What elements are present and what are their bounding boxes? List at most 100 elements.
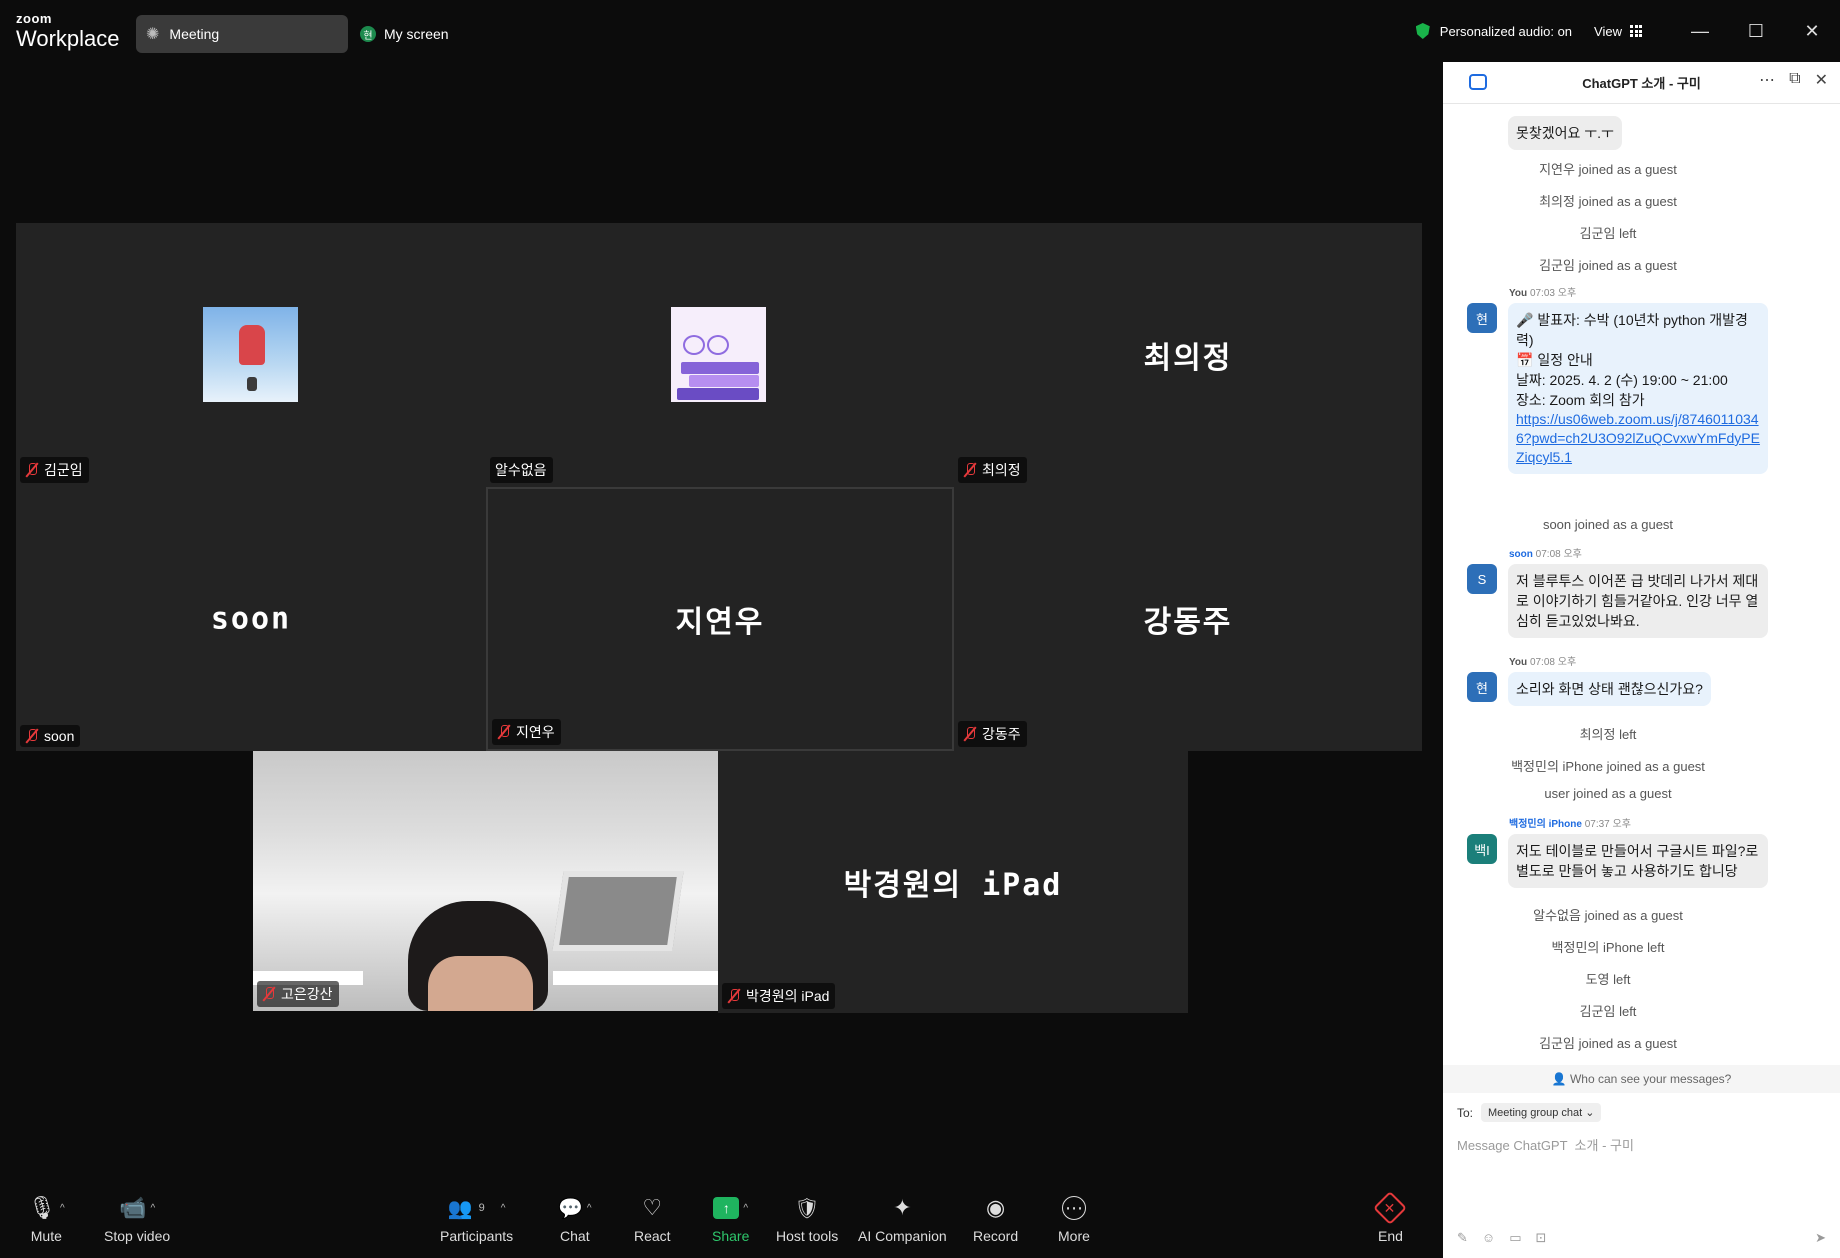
pop-out-icon[interactable]: ⧉: [1789, 70, 1800, 90]
participant-display-name: 지연우: [675, 605, 765, 640]
participants-count: 9: [478, 1202, 485, 1214]
video-tile-active-speaker[interactable]: 지연우 지연우: [486, 487, 954, 751]
participant-name: 박경원의 iPad: [746, 988, 830, 1004]
heart-icon: ♡: [642, 1195, 663, 1220]
title-bar: zoom Workplace ✺ Meeting 현 My screen Per…: [0, 0, 1840, 62]
minimize-button[interactable]: —: [1672, 0, 1728, 62]
chat-bubble: 🎤 발표자: 수박 (10년차 python 개발경력) 📅 일정 안내 날짜:…: [1508, 303, 1768, 474]
chevron-up-icon[interactable]: ^: [743, 1203, 748, 1214]
mic-muted-icon: [963, 462, 977, 478]
system-message: soon joined as a guest: [1542, 517, 1674, 532]
end-meeting-icon: ✕: [1373, 1191, 1408, 1225]
message-time: 07:08 오후: [1535, 549, 1582, 560]
participants-button[interactable]: 👥 9 ^ Participants: [440, 1194, 513, 1245]
sparkle-icon: ✦: [893, 1195, 912, 1220]
meeting-link[interactable]: https://us06web.zoom.us/j/87460110346?pw…: [1516, 410, 1760, 467]
chevron-up-icon[interactable]: ^: [587, 1203, 592, 1214]
avatar: 현: [1467, 672, 1497, 702]
system-message: 최의정 left: [1579, 727, 1637, 742]
chevron-up-icon[interactable]: ^: [150, 1203, 155, 1214]
to-label: To:: [1457, 1105, 1474, 1120]
share-button[interactable]: ↑ ^ Share: [712, 1194, 749, 1244]
shield-icon: [1415, 23, 1430, 39]
chat-messages: 못찾겠어요 ㅜ.ㅜ 지연우 joined as a guest 최의정 join…: [1443, 104, 1840, 1064]
host-tools-button[interactable]: 🛡 Host tools: [776, 1194, 838, 1245]
chat-icon: 💬: [558, 1197, 583, 1220]
record-button[interactable]: ◉ Record: [973, 1194, 1018, 1244]
end-button[interactable]: ✕ End: [1373, 1191, 1408, 1244]
participant-name-tag: 지연우: [492, 719, 561, 745]
mute-button[interactable]: 🎙 ^ Mute: [28, 1194, 65, 1244]
ai-companion-button[interactable]: ✦ AI Companion: [858, 1194, 947, 1244]
video-tile[interactable]: 박경원의 iPad 박경원의 iPad: [718, 751, 1188, 1013]
message-time: 07:37 오후: [1584, 819, 1631, 830]
zoom-app: zoom Workplace ✺ Meeting 현 My screen Per…: [0, 0, 1840, 1258]
chevron-up-icon[interactable]: ^: [501, 1203, 506, 1214]
video-tile[interactable]: 김군임: [16, 223, 486, 487]
record-icon: ◉: [985, 1195, 1006, 1220]
stop-video-label: Stop video: [104, 1228, 171, 1244]
tab-meeting-label: Meeting: [169, 26, 220, 42]
chevron-up-icon[interactable]: ^: [60, 1203, 65, 1214]
message-time: 07:03 오후: [1529, 288, 1577, 299]
video-tile[interactable]: 알수없음: [486, 223, 954, 487]
avatar: 현: [1467, 303, 1497, 333]
message-input[interactable]: [1457, 1132, 1817, 1158]
meeting-toolbar: 🎙 ^ Mute 📹 ^ Stop video 👥 9 ^ Participants 💬…: [0, 1191, 1443, 1258]
system-message: 최의정 joined as a guest: [1539, 194, 1677, 209]
maximize-button[interactable]: ☐: [1728, 0, 1784, 62]
participant-display-name: 최의정: [1143, 341, 1233, 376]
share-label: Share: [712, 1228, 750, 1244]
emoji-icon[interactable]: ☺: [1482, 1230, 1495, 1246]
privacy-text: Who can see your messages?: [1569, 1072, 1732, 1086]
participant-name-tag: 알수없음: [490, 457, 553, 483]
person-lock-icon: 👤: [1551, 1072, 1567, 1086]
mic-muted-icon: [963, 726, 977, 742]
view-button[interactable]: View: [1594, 24, 1642, 39]
more-options-icon[interactable]: ⋯: [1759, 70, 1775, 90]
stop-video-button[interactable]: 📹 ^ Stop video: [104, 1194, 170, 1244]
my-avatar-icon: 현: [360, 26, 376, 42]
system-message: 백정민의 iPhone left: [1551, 940, 1665, 955]
video-tile-camera[interactable]: 고은강산: [253, 751, 718, 1011]
screenshot-icon[interactable]: ⊡: [1535, 1230, 1546, 1246]
share-screen-icon: ↑: [713, 1197, 740, 1219]
participant-name-tag: soon: [20, 725, 81, 747]
ai-companion-label: AI Companion: [858, 1228, 947, 1244]
participant-face: [428, 956, 533, 1011]
tab-my-screen[interactable]: 현 My screen: [360, 15, 449, 53]
participant-name: 김군임: [44, 462, 83, 478]
video-tile[interactable]: soon soon: [16, 487, 486, 751]
send-icon[interactable]: ➤: [1815, 1230, 1826, 1246]
participant-display-name: 강동주: [1143, 605, 1233, 640]
personalized-audio[interactable]: Personalized audio: on: [1415, 23, 1572, 39]
chat-button[interactable]: 💬 ^ Chat: [558, 1194, 592, 1245]
system-message: 백정민의 iPhone joined as a guest: [1511, 759, 1705, 774]
format-text-icon[interactable]: ✎: [1457, 1230, 1468, 1246]
tab-meeting[interactable]: ✺ Meeting: [136, 15, 348, 53]
file-icon[interactable]: ▭: [1509, 1230, 1521, 1246]
system-message: 김군임 joined as a guest: [1539, 258, 1677, 273]
video-tile[interactable]: 강동주 강동주: [954, 487, 1422, 751]
system-message: 김군임 joined as a guest: [1539, 1036, 1677, 1051]
system-message: 지연우 joined as a guest: [1539, 162, 1677, 177]
more-button[interactable]: ⋯ More: [1058, 1194, 1090, 1244]
sender-name: soon: [1509, 549, 1533, 560]
video-tile[interactable]: 최의정 최의정: [954, 223, 1422, 487]
tab-my-screen-label: My screen: [384, 26, 449, 42]
shield-icon: 🛡: [794, 1197, 820, 1220]
end-label: End: [1378, 1228, 1403, 1244]
participant-name-tag: 고은강산: [257, 981, 339, 1007]
more-label: More: [1058, 1228, 1090, 1244]
privacy-notice[interactable]: 👤 Who can see your messages?: [1443, 1065, 1840, 1093]
react-button[interactable]: ♡ React: [634, 1194, 671, 1244]
meeting-icon: ✺: [146, 26, 160, 43]
recipient-dropdown[interactable]: Meeting group chat ⌄: [1481, 1103, 1602, 1122]
close-icon[interactable]: ✕: [1815, 70, 1828, 90]
video-camera-icon: 📹: [119, 1195, 147, 1220]
chat-bubble: 못찾겠어요 ㅜ.ㅜ: [1508, 116, 1622, 150]
sender-name: You: [1509, 657, 1528, 668]
chat-bubble: 저 블루투스 이어폰 급 밧데리 나가서 제대로 이야기하기 힘들거같아요. 인…: [1508, 564, 1768, 638]
participant-name-tag: 강동주: [958, 721, 1027, 747]
close-window-button[interactable]: ✕: [1784, 0, 1840, 62]
